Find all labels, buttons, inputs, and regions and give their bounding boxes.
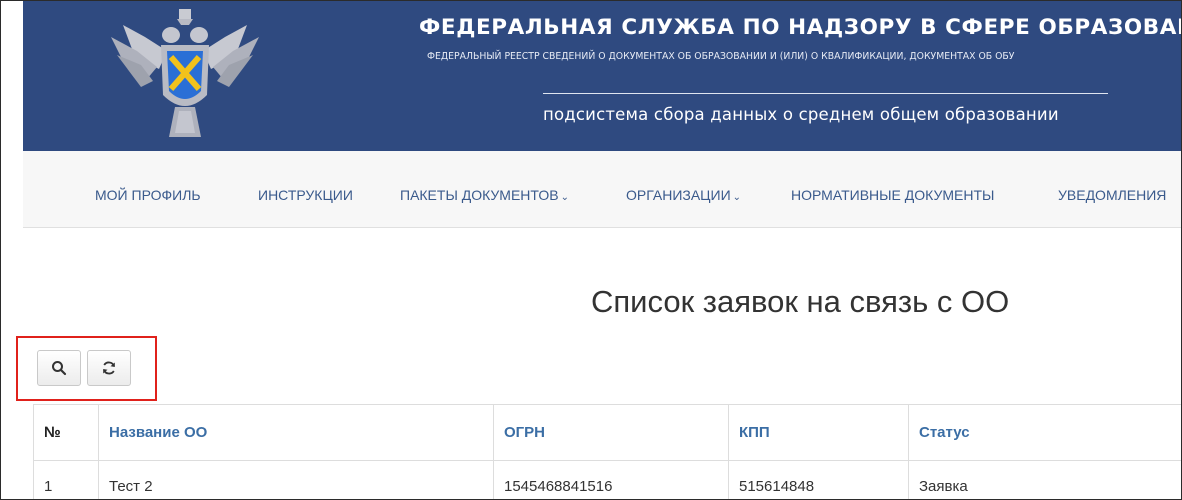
cell-ogrn: 1545468841516 [493,460,729,499]
table-row[interactable]: 1 Тест 2 1545468841516 515614848 Заявка [33,460,1181,499]
chevron-down-icon: ⌄ [732,192,742,203]
nav-item-label: УВЕДОМЛЕНИЯ [1058,187,1167,203]
requests-table: № Название ОО ОГРН КПП Статус 1 Тест 2 1… [33,404,1181,499]
nav-item-label: ИНСТРУКЦИИ [258,187,353,203]
agency-title: ФЕДЕРАЛЬНАЯ СЛУЖБА ПО НАДЗОРУ В СФЕРЕ ОБ… [419,15,1181,40]
nav-item-label: ОРГАНИЗАЦИИ [626,187,731,203]
table-header-row: № Название ОО ОГРН КПП Статус [33,404,1181,461]
subsystem-title: подсистема сбора данных о среднем общем … [543,105,1059,124]
search-icon [52,361,67,376]
column-header-ogrn[interactable]: ОГРН [493,404,729,461]
rosobrnadzor-emblem-logo[interactable] [101,7,271,147]
nav-item-label: МОЙ ПРОФИЛЬ [95,187,201,203]
header-divider [543,93,1108,94]
column-header-kpp[interactable]: КПП [728,404,909,461]
refresh-icon [103,361,115,375]
app-frame: ФЕДЕРАЛЬНАЯ СЛУЖБА ПО НАДЗОРУ В СФЕРЕ ОБ… [0,0,1182,500]
page-title: Список заявок на связь с ОО [591,284,1010,319]
refresh-button[interactable] [87,350,131,386]
cell-number: 1 [33,460,99,499]
main-nav: МОЙ ПРОФИЛЬ ИНСТРУКЦИИ ПАКЕТЫ ДОКУМЕНТОВ… [23,151,1181,228]
search-button[interactable] [37,350,81,386]
nav-item-label: ПАКЕТЫ ДОКУМЕНТОВ [400,187,559,203]
nav-item-notifications[interactable]: УВЕДОМЛЕНИЯ [1058,187,1166,203]
column-header-status[interactable]: Статус [908,404,1181,461]
site-header: ФЕДЕРАЛЬНАЯ СЛУЖБА ПО НАДЗОРУ В СФЕРЕ ОБ… [23,1,1181,151]
nav-item-instructions[interactable]: ИНСТРУКЦИИ [258,187,353,203]
column-header-org-name[interactable]: Название ОО [98,404,494,461]
column-header-number: № [33,404,99,461]
nav-item-normative-documents[interactable]: НОРМАТИВНЫЕ ДОКУМЕНТЫ [791,187,994,203]
nav-item-my-profile[interactable]: МОЙ ПРОФИЛЬ [95,187,201,203]
nav-item-label: НОРМАТИВНЫЕ ДОКУМЕНТЫ [791,187,995,203]
chevron-down-icon: ⌄ [560,192,569,203]
registry-subtitle: ФЕДЕРАЛЬНЫЙ РЕЕСТР СВЕДЕНИЙ О ДОКУМЕНТАХ… [427,51,1015,62]
cell-org-name: Тест 2 [98,460,494,499]
nav-item-document-packages[interactable]: ПАКЕТЫ ДОКУМЕНТОВ ⌄ [400,187,569,203]
cell-kpp: 515614848 [728,460,909,499]
nav-item-organizations[interactable]: ОРГАНИЗАЦИИ ⌄ [626,187,741,203]
requests-table-wrap: № Название ОО ОГРН КПП Статус 1 Тест 2 1… [33,404,1181,499]
cell-status: Заявка [908,460,1181,499]
